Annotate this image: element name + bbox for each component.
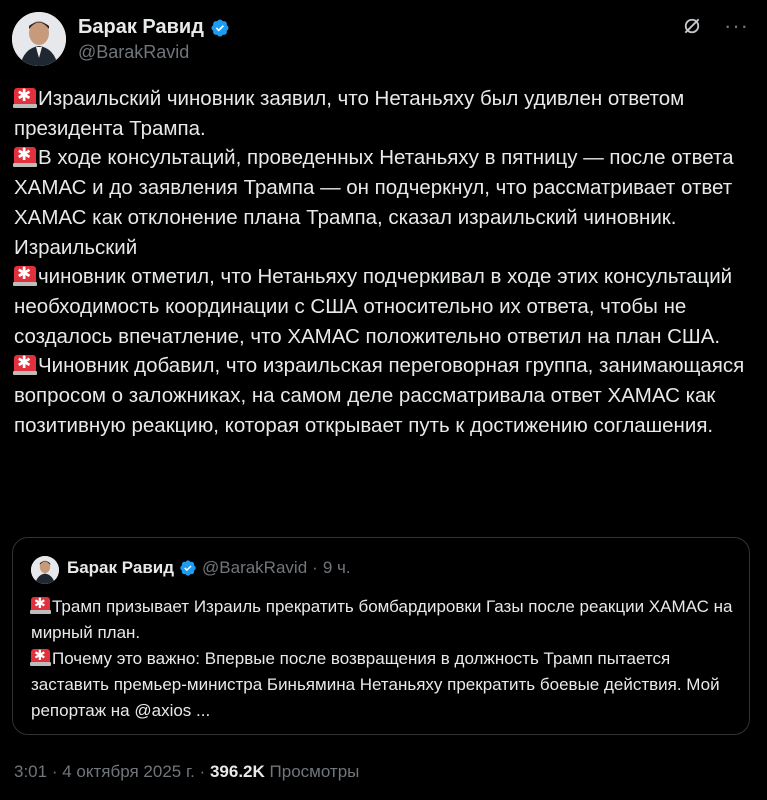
quote-separator: · bbox=[312, 558, 318, 577]
police-light-icon bbox=[13, 264, 37, 287]
quote-text: Трамп призывает Израиль прекратить бомба… bbox=[30, 594, 741, 724]
tweet-paragraph: Чиновник добавил, что израильская перего… bbox=[13, 351, 754, 440]
tweet-meta: 3:01 · 4 октября 2025 г. · 396.2K Просмо… bbox=[14, 762, 359, 782]
meta-separator: · bbox=[51, 762, 58, 781]
tweet-paragraph: В ходе консультаций, проведенных Нетанья… bbox=[13, 143, 754, 262]
verified-badge-icon bbox=[211, 18, 229, 37]
quote-paragraph: Почему это важно: Впервые после возвраще… bbox=[30, 646, 741, 724]
meta-separator: · bbox=[199, 762, 206, 781]
avatar-photo bbox=[12, 12, 66, 66]
quote-author-handle[interactable]: @BarakRavid bbox=[202, 558, 307, 578]
tweet-actions-top: ··· bbox=[682, 15, 749, 37]
police-light-icon bbox=[30, 595, 51, 614]
quote-avatar-photo bbox=[31, 556, 59, 584]
quote-header: Барак Равид @BarakRavid · 9 ч. bbox=[67, 558, 351, 578]
more-icon[interactable]: ··· bbox=[724, 15, 749, 37]
police-light-icon bbox=[13, 353, 37, 376]
quoted-tweet[interactable]: Барак Равид @BarakRavid · 9 ч. Трамп при… bbox=[12, 537, 750, 735]
police-light-icon bbox=[13, 86, 37, 108]
author-handle[interactable]: @BarakRavid bbox=[78, 42, 189, 63]
author-name-row: Барак Равид bbox=[78, 16, 230, 39]
tweet-date[interactable]: 4 октября 2025 г. bbox=[62, 762, 195, 781]
quote-time[interactable]: 9 ч. bbox=[323, 558, 351, 578]
tweet-text: Израильский чиновник заявил, что Нетанья… bbox=[13, 84, 754, 440]
police-light-icon bbox=[30, 647, 51, 666]
tweet-time[interactable]: 3:01 bbox=[14, 762, 47, 781]
quote-avatar[interactable] bbox=[31, 556, 59, 584]
avatar[interactable] bbox=[12, 12, 66, 66]
tweet-paragraph: Израильский чиновник заявил, что Нетанья… bbox=[13, 84, 754, 143]
grok-icon[interactable] bbox=[682, 16, 702, 36]
quote-paragraph: Трамп призывает Израиль прекратить бомба… bbox=[30, 594, 741, 646]
police-light-icon bbox=[13, 145, 37, 168]
quote-author-name[interactable]: Барак Равид bbox=[67, 558, 174, 578]
views-count[interactable]: 396.2K bbox=[210, 762, 265, 781]
views-label: Просмотры bbox=[269, 762, 360, 781]
verified-badge-icon bbox=[180, 560, 196, 576]
author-name[interactable]: Барак Равид bbox=[78, 16, 204, 39]
tweet-paragraph: чиновник отметил, что Нетаньяху подчерки… bbox=[13, 262, 754, 351]
